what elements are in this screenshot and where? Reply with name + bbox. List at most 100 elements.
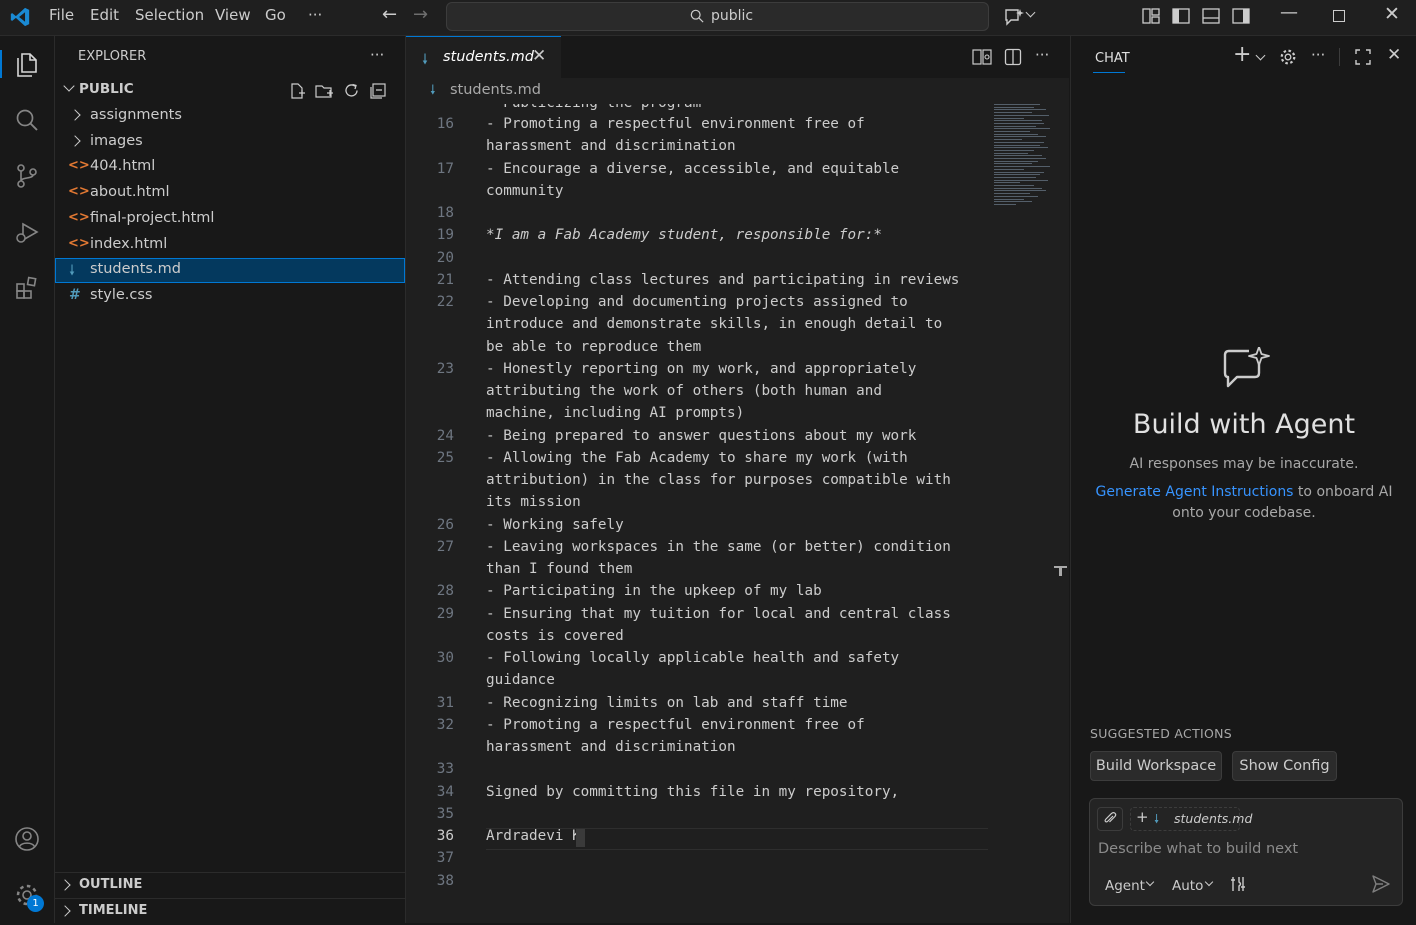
explorer-icon[interactable] [13, 50, 41, 78]
close-chat-icon[interactable]: ✕ [1387, 45, 1401, 65]
markdown-file-icon: 🠗 [422, 52, 429, 68]
minimap-line [994, 120, 1042, 122]
line-number: 17 [436, 160, 454, 177]
divider [1339, 48, 1340, 66]
chat-input-placeholder[interactable]: Describe what to build next [1098, 841, 1298, 857]
title-bar: File Edit Selection View Go ··· ← → publ… [0, 0, 1416, 36]
code-text: - Following locally applicable health an… [486, 650, 900, 666]
collapse-all-icon[interactable] [370, 82, 387, 99]
menu-view[interactable]: View [215, 6, 251, 24]
menu-file[interactable]: File [49, 6, 74, 24]
tree-item-images[interactable]: images [55, 130, 405, 155]
tree-item-style-css[interactable]: # style.css [55, 284, 405, 309]
tree-item-404-html[interactable]: <> 404.html [55, 155, 405, 180]
line-number: 38 [436, 872, 454, 889]
close-window-icon[interactable]: ✕ [1384, 3, 1400, 25]
code-text: harassment and discrimination [486, 138, 736, 155]
menu-edit[interactable]: Edit [90, 6, 119, 24]
attach-button[interactable] [1097, 807, 1123, 831]
minimap-line [994, 195, 1038, 197]
code-text: - Leaving workspaces in the same (or bet… [486, 538, 951, 555]
scrollbar-marker-stem [1059, 566, 1062, 576]
forward-arrow-icon[interactable]: → [413, 4, 428, 25]
timeline-section-header[interactable]: TIMELINE [55, 900, 405, 925]
menu-selection[interactable]: Selection [135, 6, 204, 24]
toggle-panel-icon[interactable] [1202, 8, 1220, 24]
agent-chat-sparkle-icon [1223, 347, 1270, 388]
chevron-down-icon[interactable] [1204, 877, 1214, 887]
menu-go[interactable]: Go [265, 6, 286, 24]
menu-more[interactable]: ··· [308, 6, 322, 24]
chat-input-box[interactable]: + 🠗 students.md Describe what to build n… [1089, 798, 1403, 906]
add-context-plus-icon[interactable]: + [1136, 808, 1149, 826]
chat-onboard-line: Generate Agent Instructions to onboard A… [1071, 484, 1416, 500]
tree-item-assignments[interactable]: assignments [55, 104, 405, 129]
new-folder-icon[interactable] [315, 82, 334, 100]
minimap-line [994, 179, 1048, 181]
search-icon[interactable] [13, 106, 41, 134]
customize-layout-icon[interactable] [1142, 8, 1160, 24]
tree-item-label: style.css [90, 287, 153, 303]
chevron-down-icon[interactable] [1145, 877, 1155, 887]
show-config-button[interactable]: Show Config [1232, 751, 1337, 781]
chat-more-icon[interactable]: ··· [1311, 46, 1325, 64]
vscode-logo-icon [10, 7, 30, 27]
split-editor-icon[interactable] [1004, 48, 1022, 66]
minimap-line [994, 139, 1022, 141]
extensions-icon[interactable] [13, 274, 41, 302]
chevron-down-icon[interactable] [1025, 7, 1036, 18]
code-text: - Allowing the Fab Academy to share my w… [486, 449, 908, 466]
tree-item-about-html[interactable]: <> about.html [55, 181, 405, 206]
refresh-icon[interactable] [343, 82, 360, 99]
open-preview-icon[interactable] [972, 48, 992, 66]
minimap-line [994, 182, 1020, 184]
maximize-chat-icon[interactable] [1355, 49, 1371, 65]
code-text: its mission [486, 494, 581, 511]
source-control-icon[interactable] [13, 162, 41, 190]
command-center-search[interactable]: public [446, 2, 989, 31]
explorer-more-icon[interactable]: ··· [370, 46, 384, 64]
new-chat-plus-icon[interactable]: + [1233, 42, 1251, 67]
send-icon[interactable] [1371, 874, 1391, 894]
back-arrow-icon[interactable]: ← [382, 4, 397, 25]
line-number: 16 [436, 116, 454, 132]
folder-header-public[interactable]: PUBLIC [55, 78, 405, 103]
activity-bar: 1 [0, 36, 55, 923]
outline-title: OUTLINE [79, 877, 143, 892]
outline-section-header[interactable]: OUTLINE [55, 874, 405, 899]
generate-agent-instructions-link[interactable]: Generate Agent Instructions [1096, 484, 1294, 500]
build-workspace-button[interactable]: Build Workspace [1090, 751, 1222, 781]
html-file-icon: <> [68, 184, 90, 199]
copilot-chat-icon[interactable] [1003, 7, 1025, 27]
minimap-line [994, 201, 1032, 203]
toggle-secondary-sidebar-icon[interactable] [1232, 8, 1250, 24]
toggle-sidebar-icon[interactable] [1172, 8, 1190, 24]
run-debug-icon[interactable] [13, 218, 41, 246]
minimize-icon[interactable]: — [1280, 2, 1298, 23]
accounts-icon[interactable] [13, 825, 41, 853]
chat-title[interactable]: CHAT [1095, 51, 1130, 66]
model-picker[interactable]: Auto [1172, 878, 1203, 894]
minimap-line [994, 117, 1024, 119]
minimap-line [994, 147, 1048, 149]
explorer-title: EXPLORER [78, 49, 147, 64]
minimap-line [994, 193, 1030, 195]
minimap-line [994, 190, 1046, 192]
breadcrumb-file[interactable]: students.md [450, 82, 541, 98]
tree-item-students-md[interactable]: 🠗 students.md [55, 258, 405, 283]
chevron-down-icon[interactable] [1255, 50, 1266, 61]
minimap-line [994, 133, 1038, 135]
close-tab-icon[interactable]: ✕ [532, 46, 546, 66]
context-file-chip[interactable]: + 🠗 students.md [1130, 807, 1252, 831]
tree-item-final-project-html[interactable]: <> final-project.html [55, 207, 405, 232]
line-number: 24 [436, 427, 454, 444]
chat-settings-gear-icon[interactable] [1279, 48, 1297, 66]
mode-picker[interactable]: Agent [1105, 878, 1145, 894]
tools-icon[interactable] [1229, 875, 1247, 893]
tab-students-md[interactable]: 🠗 students.md ✕ [406, 36, 561, 79]
minimap[interactable] [994, 104, 1052, 210]
tree-item-index-html[interactable]: <> index.html [55, 233, 405, 258]
maximize-icon[interactable] [1333, 10, 1345, 22]
new-file-icon[interactable] [288, 82, 306, 100]
editor-more-icon[interactable]: ··· [1035, 46, 1049, 64]
